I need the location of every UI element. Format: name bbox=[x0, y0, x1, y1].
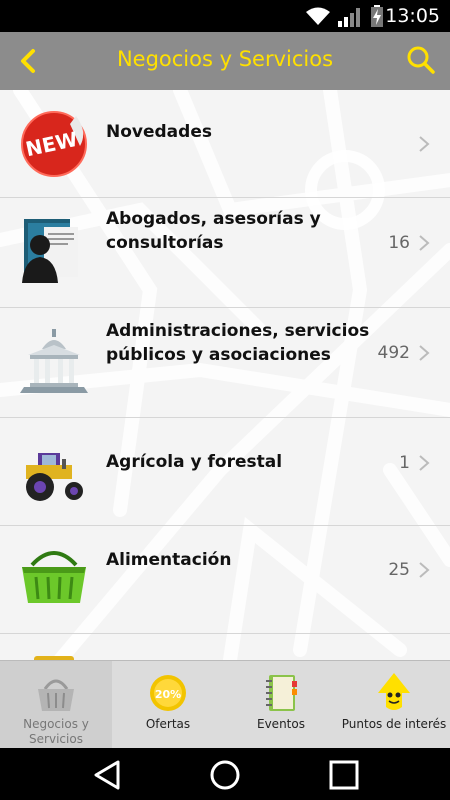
battery-charging-icon bbox=[371, 5, 383, 27]
list-item[interactable]: Abogados, asesorías y consultorías 16 bbox=[0, 197, 450, 308]
bottom-tab-bar: Negocios y Servicios 20% Ofertas Eventos bbox=[0, 660, 450, 749]
list-item-label: Novedades bbox=[106, 122, 212, 142]
tab-negocios-servicios[interactable]: Negocios y Servicios bbox=[0, 661, 112, 749]
discount-badge-text: 20% bbox=[155, 688, 181, 701]
tab-label: Negocios y Servicios bbox=[23, 717, 89, 746]
chevron-right-icon bbox=[419, 136, 430, 152]
signal-icon bbox=[338, 8, 360, 27]
tab-eventos[interactable]: Eventos bbox=[225, 661, 337, 749]
system-nav-bar bbox=[0, 748, 450, 800]
tab-label: Eventos bbox=[257, 717, 305, 731]
tab-puntos-interes[interactable]: Puntos de interés bbox=[338, 661, 450, 749]
list-item-count: 16 bbox=[388, 233, 410, 253]
page-title: Negocios y Servicios bbox=[116, 47, 334, 71]
tab-ofertas[interactable]: 20% Ofertas bbox=[112, 661, 224, 749]
list-item-count: 1 bbox=[399, 453, 410, 473]
chevron-right-icon bbox=[419, 235, 430, 251]
clock: 13:05 bbox=[385, 5, 440, 27]
tractor-icon bbox=[26, 453, 83, 501]
list-item-count: 492 bbox=[377, 343, 410, 363]
tab-label: Puntos de interés bbox=[341, 717, 447, 731]
list-item[interactable]: Agrícola y forestal 1 bbox=[0, 417, 450, 526]
chevron-right-icon bbox=[419, 562, 430, 578]
new-badge-icon: NEW bbox=[21, 111, 87, 177]
list-item[interactable]: Alimentación 25 bbox=[0, 525, 450, 634]
home-circle-icon[interactable] bbox=[208, 758, 242, 792]
government-building-icon bbox=[20, 329, 88, 393]
category-list: NEW Novedades Abogados, asesorías y cons… bbox=[0, 90, 450, 660]
basket-icon bbox=[38, 679, 74, 711]
wifi-icon bbox=[306, 7, 330, 25]
list-item-label: Alimentación bbox=[106, 550, 232, 570]
discount-badge-icon: 20% bbox=[150, 675, 186, 711]
tab-label: Ofertas bbox=[145, 717, 191, 731]
notebook-icon bbox=[266, 675, 297, 711]
back-triangle-icon[interactable] bbox=[90, 758, 124, 792]
chevron-right-icon bbox=[419, 345, 430, 361]
list-item-count: 25 bbox=[388, 560, 410, 580]
list-item[interactable]: Administraciones, servicios públicos y a… bbox=[0, 307, 450, 418]
arrow-mascot-icon bbox=[378, 673, 410, 710]
list-item-label: Administraciones, servicios públicos y a… bbox=[106, 321, 370, 365]
list-item-label: Abogados, asesorías y consultorías bbox=[106, 209, 321, 253]
list-item-label: Agrícola y forestal bbox=[106, 452, 283, 472]
lawyer-icon bbox=[22, 219, 78, 283]
chevron-right-icon bbox=[419, 455, 430, 471]
app-bar: Negocios y Servicios bbox=[0, 32, 450, 90]
search-icon[interactable] bbox=[406, 45, 436, 75]
recents-square-icon[interactable] bbox=[327, 758, 361, 792]
list-item[interactable]: NEW Novedades bbox=[0, 90, 450, 198]
status-bar: 13:05 bbox=[0, 0, 450, 32]
shopping-basket-icon bbox=[22, 551, 86, 603]
